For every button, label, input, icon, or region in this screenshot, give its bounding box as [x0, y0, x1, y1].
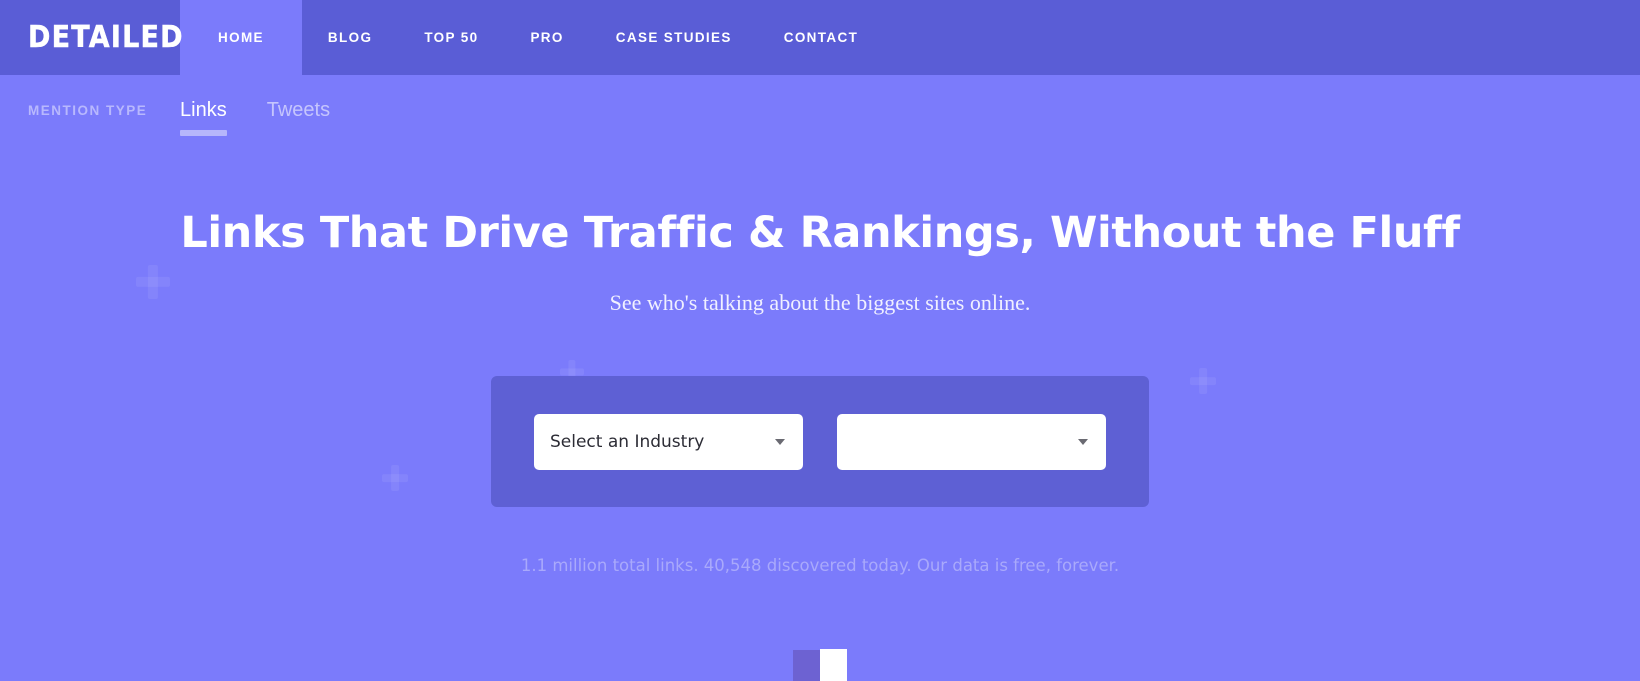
- pagination-page-current[interactable]: [820, 649, 847, 681]
- nav-item-blog[interactable]: BLOG: [302, 0, 398, 75]
- tab-links-underline: [180, 130, 227, 136]
- nav-item-home[interactable]: HOME: [180, 0, 302, 75]
- mention-type-bar: MENTION TYPE Links Tweets: [0, 75, 1640, 149]
- nav-item-contact[interactable]: CONTACT: [758, 0, 884, 75]
- brand-logo-text: DETAILED: [28, 20, 184, 55]
- pagination-page[interactable]: [793, 650, 820, 681]
- hero-section: Links That Drive Traffic & Rankings, Wit…: [0, 149, 1640, 316]
- tab-tweets-label: Tweets: [266, 99, 331, 121]
- top-navigation-bar: DETAILED HOME BLOG TOP 50 PRO CASE STUDI…: [0, 0, 1640, 75]
- pagination: [793, 649, 847, 681]
- decorative-plus-icon: [1190, 368, 1216, 394]
- mention-type-label: MENTION TYPE: [28, 103, 148, 118]
- nav-item-top-50[interactable]: TOP 50: [398, 0, 504, 75]
- search-form-panel: Select an Industry: [491, 376, 1149, 507]
- industry-select[interactable]: Select an Industry: [534, 413, 803, 470]
- secondary-select[interactable]: [837, 413, 1106, 470]
- status-text: 1.1 million total links. 40,548 discover…: [520, 556, 1120, 575]
- mention-type-tabs: Links Tweets: [180, 75, 330, 136]
- decorative-plus-icon: [382, 465, 408, 491]
- chevron-down-icon: [1078, 438, 1088, 445]
- tab-links[interactable]: Links: [180, 99, 227, 136]
- nav-item-case-studies[interactable]: CASE STUDIES: [590, 0, 758, 75]
- nav-item-pro[interactable]: PRO: [504, 0, 589, 75]
- tab-links-label: Links: [180, 99, 227, 121]
- page-subtitle: See who's talking about the biggest site…: [609, 290, 1031, 316]
- chevron-down-icon: [775, 438, 785, 445]
- brand-logo[interactable]: DETAILED: [0, 0, 183, 75]
- page-title: Links That Drive Traffic & Rankings, Wit…: [180, 208, 1460, 258]
- tab-tweets[interactable]: Tweets: [267, 99, 330, 136]
- industry-select-value: Select an Industry: [550, 431, 705, 452]
- main-nav: HOME BLOG TOP 50 PRO CASE STUDIES CONTAC…: [180, 0, 884, 75]
